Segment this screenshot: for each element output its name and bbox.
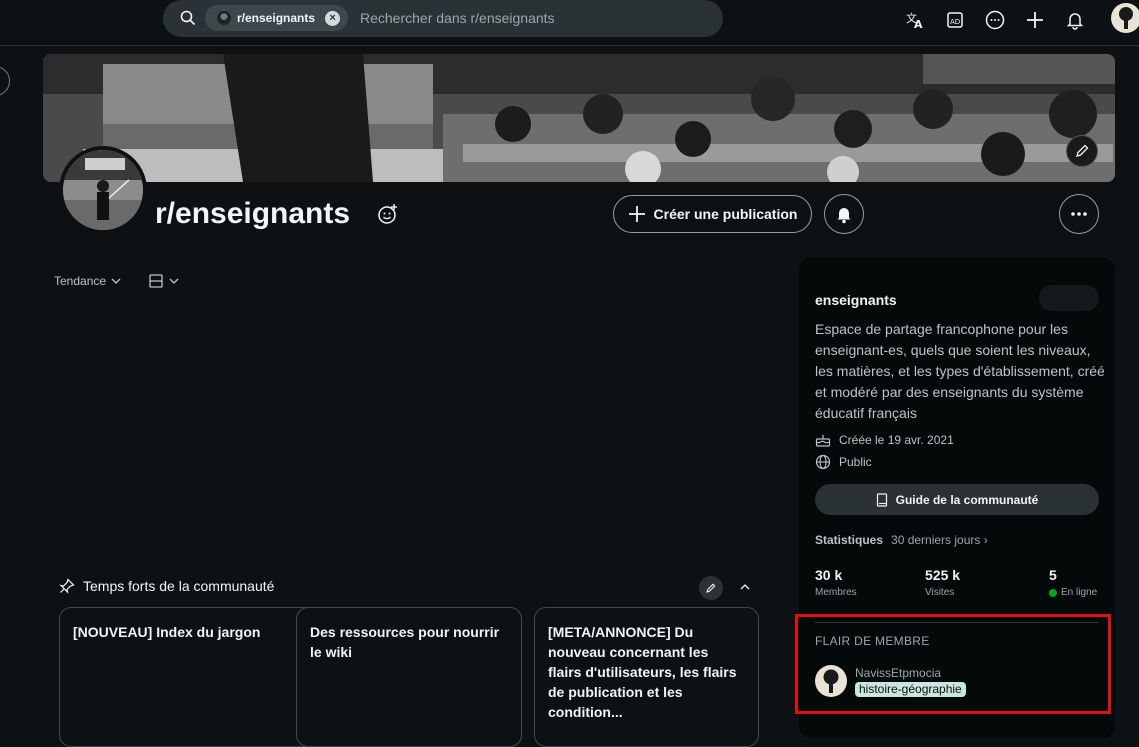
community-banner: [43, 54, 1115, 182]
advertise-icon[interactable]: AD: [941, 6, 969, 34]
chevron-down-icon: [111, 278, 121, 284]
ellipsis-icon: [1071, 212, 1087, 216]
flair-user-avatar: [815, 665, 847, 697]
community-mini-avatar: [217, 11, 231, 25]
globe-icon: [815, 454, 831, 470]
community-avatar: [59, 146, 147, 234]
stat-online: 5 En ligne: [1049, 567, 1097, 598]
highlights-title: Temps forts de la communauté: [83, 578, 275, 594]
create-post-button[interactable]: Créer une publication: [613, 195, 812, 233]
highlight-card-title: [NOUVEAU] Index du jargon: [73, 624, 261, 640]
bell-icon: [837, 208, 851, 224]
sort-label: Tendance: [54, 274, 107, 288]
notifications-icon[interactable]: [1061, 6, 1089, 34]
pencil-icon: [1076, 144, 1089, 157]
created-date: Créée le 19 avr. 2021: [839, 433, 954, 447]
flair-tag[interactable]: histoire-géographie: [855, 682, 966, 697]
join-toggle[interactable]: [1039, 285, 1099, 311]
stat-value: 525 k: [925, 567, 961, 583]
stat-label: En ligne: [1061, 587, 1098, 598]
top-bar: r/enseignants × Rechercher dans r/enseig…: [0, 0, 1139, 46]
user-avatar[interactable]: [1111, 3, 1139, 33]
cake-icon: [815, 435, 831, 447]
community-guide-label: Guide de la communauté: [895, 492, 1039, 507]
search-bar[interactable]: r/enseignants × Rechercher dans r/enseig…: [163, 0, 723, 37]
search-scope-label: r/enseignants: [237, 11, 316, 25]
highlight-card[interactable]: [META/ANNONCE] Du nouveau concernant les…: [534, 607, 759, 747]
stat-value: 5: [1049, 567, 1057, 583]
highlight-card-title: Des ressources pour nourrir le wiki: [310, 624, 500, 660]
flair-section-title: FLAIR DE MEMBRE: [815, 634, 930, 648]
visibility-label: Public: [839, 455, 872, 469]
chevron-down-icon: [169, 278, 179, 284]
edit-highlights-button[interactable]: [699, 576, 723, 600]
collapse-highlights-icon[interactable]: [740, 578, 750, 593]
stats-header: Statistiques 30 derniers jours ›: [815, 533, 988, 547]
view-dropdown[interactable]: [148, 273, 179, 289]
plus-icon: [628, 206, 645, 222]
flair-username: NavissEtpmocia: [855, 666, 942, 680]
stat-value: 30 k: [815, 567, 843, 583]
community-title: r/enseignants: [155, 197, 351, 230]
layout-icon: [149, 274, 163, 288]
clear-scope-icon[interactable]: ×: [325, 10, 341, 26]
book-icon: [876, 492, 887, 507]
translate-icon[interactable]: 文A: [901, 6, 929, 34]
search-input[interactable]: Rechercher dans r/enseignants: [360, 10, 555, 26]
created-row: Créée le 19 avr. 2021: [815, 432, 954, 448]
stat-label: Visites: [925, 587, 955, 598]
stats-title: Statistiques: [815, 533, 884, 547]
chat-icon[interactable]: [981, 6, 1009, 34]
stat-visits: 525 k Visites: [925, 567, 960, 598]
stat-label: Membres: [815, 587, 857, 598]
search-scope-chip[interactable]: r/enseignants ×: [205, 5, 349, 31]
add-emoji-icon[interactable]: [377, 203, 399, 230]
expand-nav-button[interactable]: [0, 66, 10, 96]
community-guide-button[interactable]: Guide de la communauté: [815, 484, 1099, 515]
sidebar-community-name: enseignants: [815, 292, 897, 308]
highlight-card-title: [META/ANNONCE] Du nouveau concernant les…: [548, 624, 737, 720]
search-icon: [180, 10, 196, 31]
edit-banner-button[interactable]: [1066, 135, 1098, 167]
stat-members: 30 k Membres: [815, 567, 857, 598]
online-dot: [1049, 588, 1057, 597]
more-options-button[interactable]: [1059, 194, 1099, 234]
community-description: Espace de partage francophone pour les e…: [815, 321, 1105, 421]
pin-icon: [59, 578, 75, 594]
create-icon[interactable]: [1021, 6, 1049, 34]
pencil-icon: [706, 583, 716, 593]
highlight-card[interactable]: Des ressources pour nourrir le wiki: [296, 607, 522, 747]
create-post-label: Créer une publication: [653, 206, 798, 222]
highlights-header: Temps forts de la communauté: [59, 578, 274, 594]
visibility-row: Public: [815, 454, 872, 470]
join-notifications-button[interactable]: [824, 194, 864, 234]
stats-period-link[interactable]: 30 derniers jours ›: [891, 533, 988, 547]
svg-text:AD: AD: [950, 18, 960, 26]
flair-highlight-box: [795, 614, 1111, 714]
svg-text:A: A: [914, 18, 923, 30]
sort-dropdown[interactable]: Tendance: [54, 274, 121, 288]
